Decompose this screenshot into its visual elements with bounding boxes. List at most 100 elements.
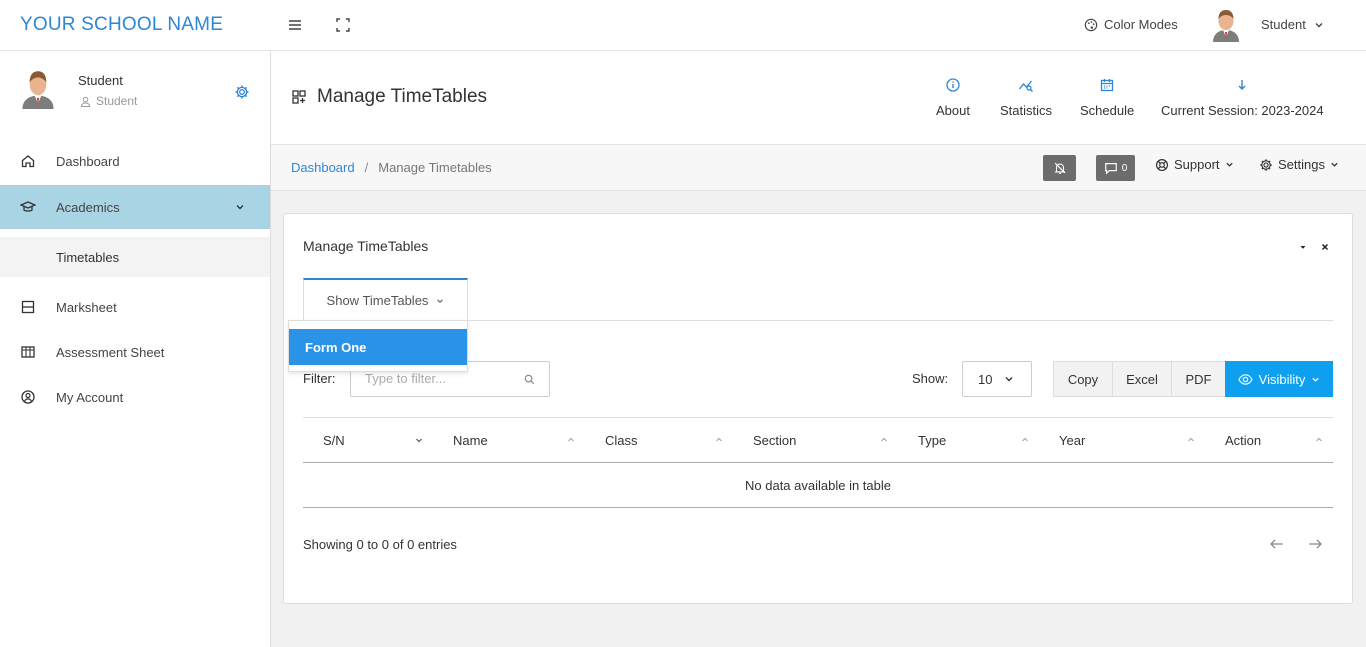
next-page-arrow-icon[interactable] (1307, 537, 1323, 551)
about-label: About (936, 103, 970, 118)
table-row: No data available in table (303, 462, 1333, 508)
column-label: Year (1059, 432, 1086, 448)
tab-label: Show TimeTables (326, 293, 429, 308)
table-info: Showing 0 to 0 of 0 entries (303, 537, 457, 552)
arrow-down-icon (1234, 77, 1250, 93)
dropdown-option-form-one[interactable]: Form One (289, 329, 467, 365)
sidebar-item-timetables[interactable]: Timetables (0, 237, 270, 277)
column-label: S/N (323, 432, 345, 448)
column-label: Action (1225, 432, 1262, 448)
chevron-down-icon (1330, 160, 1339, 169)
sidebar-item-dashboard[interactable]: Dashboard (0, 139, 270, 183)
visibility-button[interactable]: Visibility (1225, 361, 1333, 397)
lifebuoy-icon (1155, 158, 1169, 172)
top-navbar: YOUR SCHOOL NAME Color Modes Student (0, 0, 1366, 51)
column-label: Section (753, 432, 797, 448)
sort-icon (1315, 436, 1323, 444)
sidebar-user-role: Student (80, 94, 137, 108)
sidebar-item-label: Academics (56, 199, 120, 215)
column-header-action[interactable]: Action (1205, 417, 1333, 463)
page-size-value: 10 (978, 371, 993, 387)
breadcrumb-current: Manage Timetables (378, 160, 492, 175)
table-header-row: S/N Name Class Section Type Year Action (303, 417, 1333, 463)
user-icon (80, 96, 91, 107)
copy-button[interactable]: Copy (1053, 361, 1112, 397)
home-icon (20, 153, 36, 169)
column-label: Name (453, 432, 488, 448)
previous-page-arrow-icon[interactable] (1269, 537, 1285, 551)
sidebar-item-academics[interactable]: Academics (0, 185, 270, 229)
timetables-table: S/N Name Class Section Type Year Action … (303, 417, 1333, 508)
sidebar-item-my-account[interactable]: My Account (0, 375, 270, 419)
search-icon (524, 374, 535, 385)
column-label: Type (918, 432, 947, 448)
sidebar-item-label: Marksheet (56, 299, 117, 315)
column-header-year[interactable]: Year (1039, 417, 1205, 463)
current-session-button[interactable]: Current Session: 2023-2024 (1161, 77, 1324, 118)
pdf-button[interactable]: PDF (1171, 361, 1225, 397)
eye-icon (1237, 372, 1253, 387)
sidebar-item-assessment-sheet[interactable]: Assessment Sheet (0, 330, 270, 374)
chevron-down-icon (436, 297, 444, 305)
column-header-sn[interactable]: S/N (303, 417, 433, 463)
fullscreen-icon[interactable] (335, 17, 351, 33)
statistics-button[interactable]: Statistics (1000, 77, 1052, 118)
graduation-cap-icon (20, 199, 36, 215)
assessment-icon (20, 344, 36, 360)
filter-input[interactable] (365, 371, 515, 386)
sidebar-user-name: Student (78, 73, 123, 88)
support-label: Support (1174, 157, 1220, 172)
about-button[interactable]: About (936, 77, 970, 118)
close-icon[interactable] (1320, 242, 1330, 252)
sidebar-item-label: Dashboard (56, 153, 120, 169)
gear-icon[interactable] (234, 84, 250, 100)
export-buttons: Copy Excel PDF Visibility (1053, 361, 1333, 397)
card-title: Manage TimeTables (303, 238, 429, 254)
bell-slash-icon (1053, 161, 1067, 175)
calendar-icon (1099, 77, 1115, 93)
gear-icon (1259, 158, 1273, 172)
column-header-name[interactable]: Name (433, 417, 585, 463)
breadcrumb: Dashboard / Manage Timetables (291, 160, 492, 175)
user-menu-button[interactable]: Student (1261, 17, 1324, 32)
collapse-caret-icon[interactable] (1298, 242, 1308, 252)
page-header: Manage TimeTables About Statistics Sched… (271, 51, 1366, 145)
tab-show-timetables[interactable]: Show TimeTables (303, 278, 468, 321)
sidebar-item-marksheet[interactable]: Marksheet (0, 285, 270, 329)
breadcrumb-dashboard-link[interactable]: Dashboard (291, 160, 355, 175)
hamburger-menu-icon[interactable] (287, 17, 303, 33)
schedule-button[interactable]: Schedule (1080, 77, 1134, 118)
sort-icon (567, 436, 575, 444)
current-session-label: Current Session: 2023-2024 (1161, 103, 1324, 118)
sidebar-item-label: My Account (56, 389, 124, 405)
empty-table-message: No data available in table (303, 462, 1333, 508)
chevron-down-icon (1311, 375, 1320, 384)
color-modes-label: Color Modes (1104, 17, 1178, 32)
column-header-class[interactable]: Class (585, 417, 733, 463)
column-header-section[interactable]: Section (733, 417, 898, 463)
sort-desc-icon (415, 436, 423, 444)
marksheet-icon (20, 299, 36, 315)
page-size-select[interactable]: 10 (962, 361, 1032, 397)
settings-dropdown[interactable]: Settings (1259, 157, 1339, 172)
notifications-off-button[interactable] (1043, 155, 1076, 181)
messages-button[interactable]: 0 (1096, 155, 1135, 181)
chart-icon (1018, 77, 1034, 93)
user-menu-label: Student (1261, 17, 1306, 32)
timetables-dropdown-menu: Form One (288, 320, 468, 372)
user-avatar[interactable] (1210, 8, 1242, 42)
visibility-label: Visibility (1258, 371, 1306, 387)
sidebar: Student Student Dashboard Academics Time… (0, 51, 271, 647)
chevron-down-icon (1004, 374, 1014, 384)
statistics-label: Statistics (1000, 103, 1053, 118)
grid-icon (291, 89, 307, 105)
support-dropdown[interactable]: Support (1155, 157, 1234, 172)
sort-icon (880, 436, 888, 444)
color-modes-button[interactable]: Color Modes (1084, 17, 1178, 32)
excel-button[interactable]: Excel (1112, 361, 1171, 397)
school-brand[interactable]: YOUR SCHOOL NAME (20, 14, 223, 36)
schedule-label: Schedule (1080, 103, 1135, 118)
column-header-type[interactable]: Type (898, 417, 1039, 463)
settings-label: Settings (1278, 157, 1325, 172)
chevron-down-icon (1225, 160, 1234, 169)
